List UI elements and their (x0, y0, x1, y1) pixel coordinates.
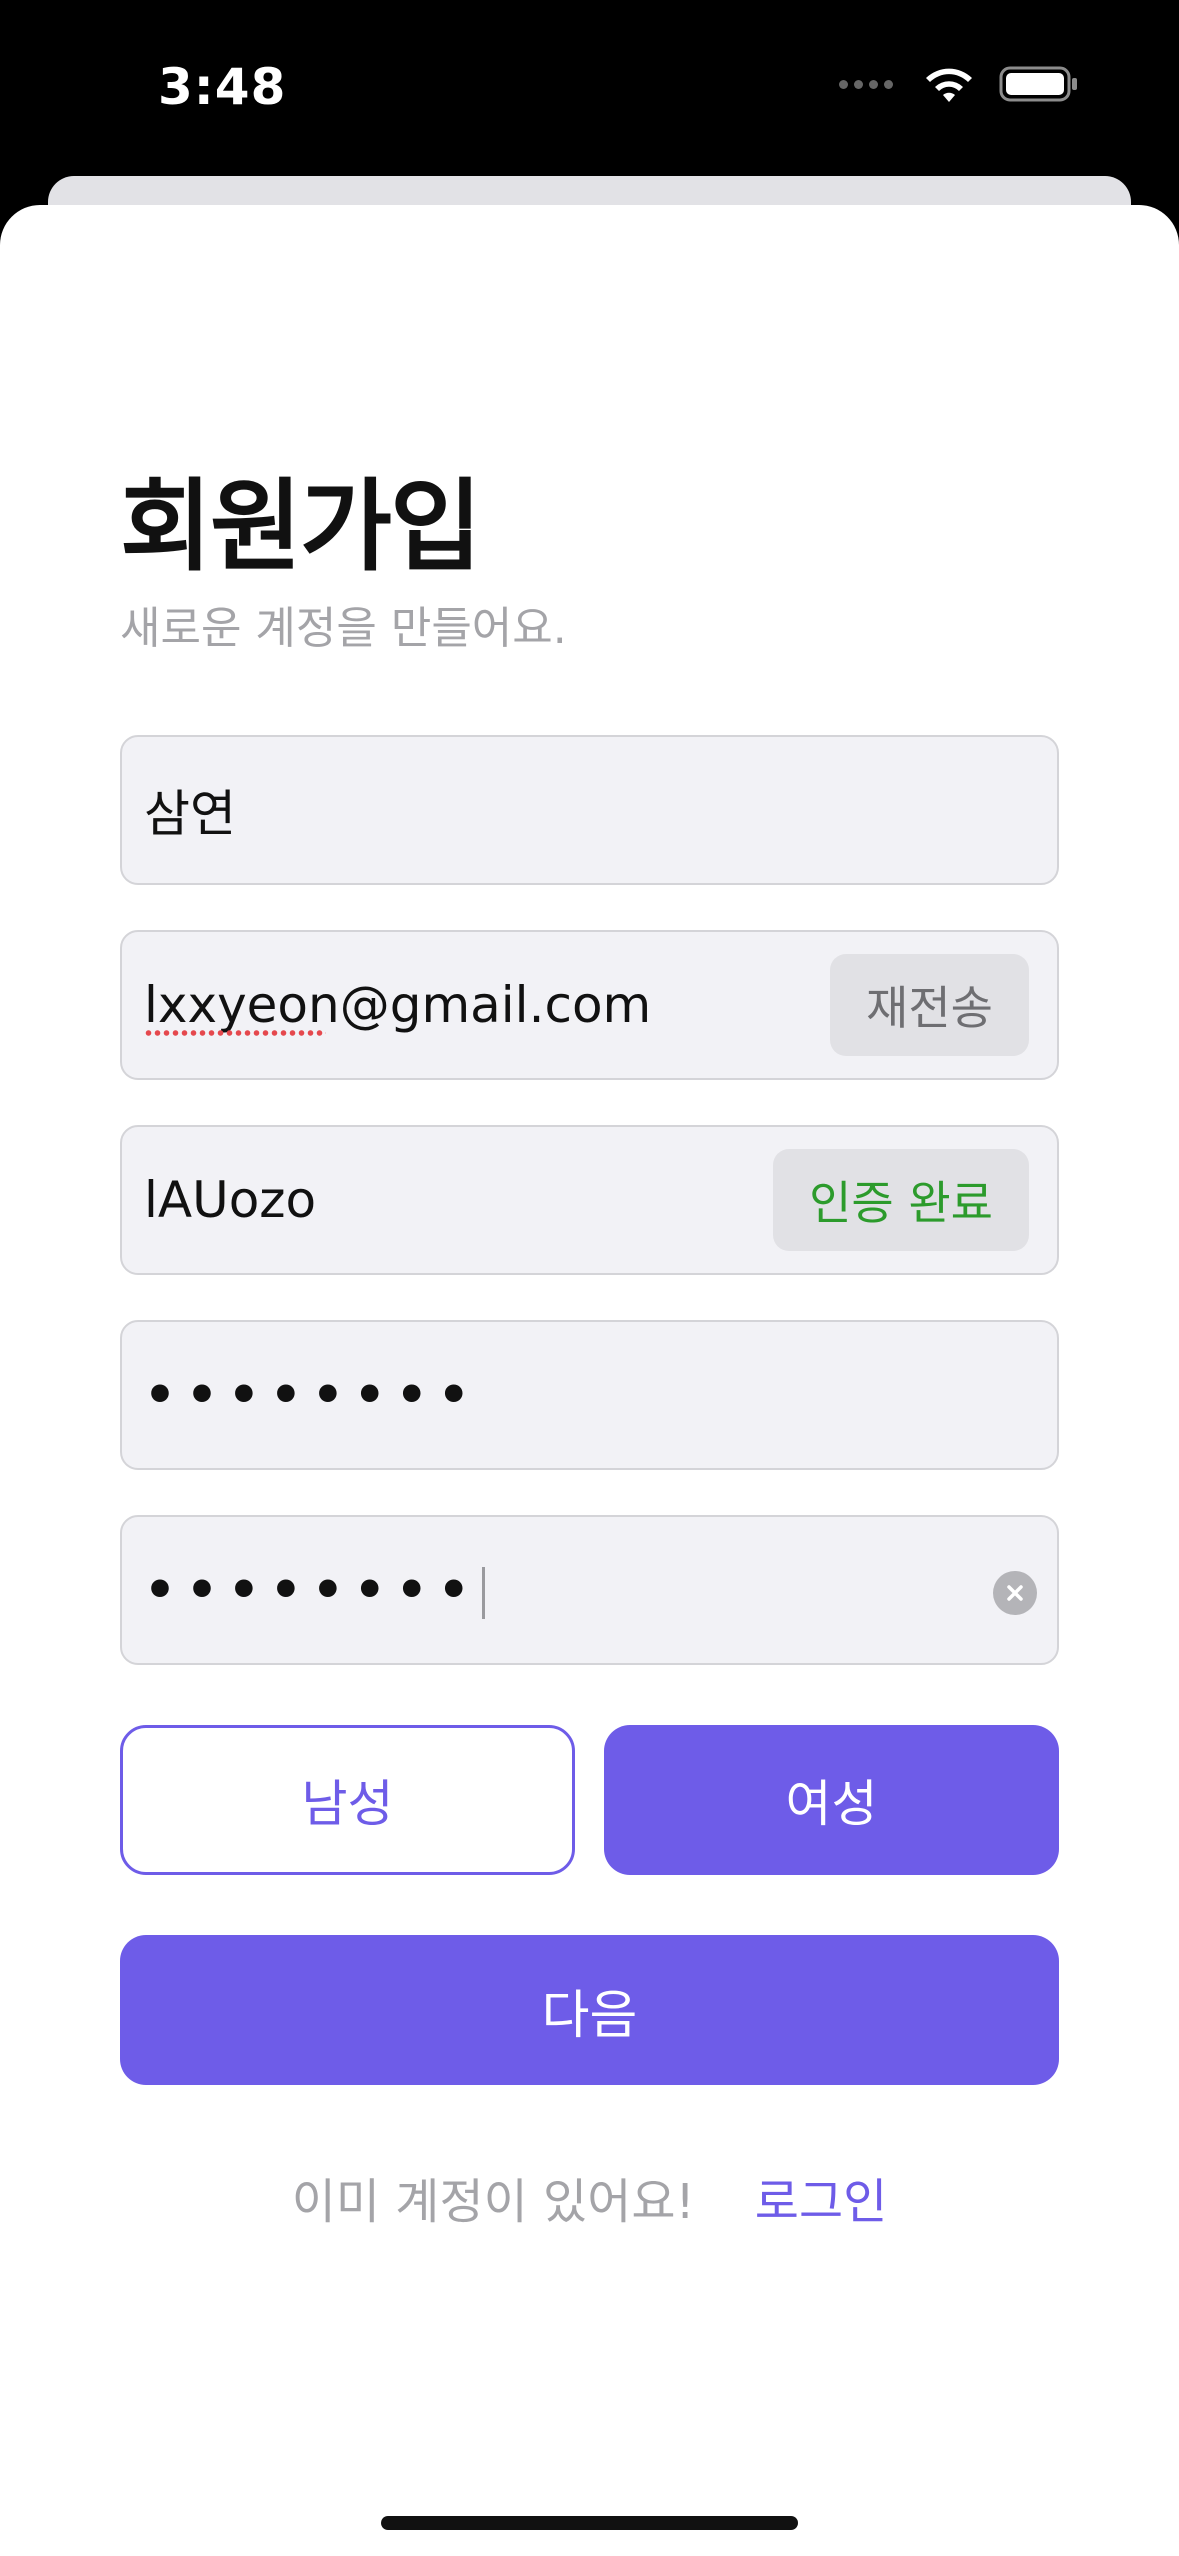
resend-button[interactable]: 재전송 (830, 954, 1029, 1056)
battery-icon (999, 66, 1077, 102)
page-subtitle: 새로운 계정을 만들어요. (120, 603, 567, 654)
login-prompt-row: 이미 계정이 있어요! 로그인 (0, 2162, 1179, 2232)
home-indicator[interactable] (381, 2516, 798, 2530)
clear-text-icon[interactable] (993, 1571, 1037, 1615)
status-icons (839, 64, 1079, 104)
login-link[interactable]: 로그인 (755, 2162, 887, 2232)
page-title: 회원가입 (120, 468, 482, 585)
password-confirm-field[interactable]: •••••••• (120, 1515, 1059, 1665)
verify-complete-button[interactable]: 인증 완료 (773, 1149, 1029, 1251)
wifi-icon (926, 68, 972, 102)
next-button[interactable]: 다음 (120, 1935, 1059, 2085)
gender-female-button[interactable]: 여성 (604, 1725, 1059, 1875)
name-value: 삼연 (144, 785, 236, 843)
spellcheck-underline (144, 1030, 326, 1036)
cellular-signal-icon (839, 79, 893, 89)
password-field[interactable]: •••••••• (120, 1320, 1059, 1470)
verification-code-field[interactable]: lAUozo 인증 완료 (120, 1125, 1059, 1275)
password-confirm-value: •••••••• (144, 1561, 1057, 1620)
status-bar: 3:48 (0, 0, 1179, 180)
status-time: 3:48 (158, 58, 287, 116)
name-field[interactable]: 삼연 (120, 735, 1059, 885)
email-field[interactable]: lxxyeon@gmail.com 재전송 (120, 930, 1059, 1080)
login-prompt-text: 이미 계정이 있어요! (291, 2174, 695, 2230)
text-cursor (481, 1567, 485, 1620)
password-value: •••••••• (144, 1366, 480, 1424)
gender-male-button[interactable]: 남성 (120, 1725, 575, 1875)
